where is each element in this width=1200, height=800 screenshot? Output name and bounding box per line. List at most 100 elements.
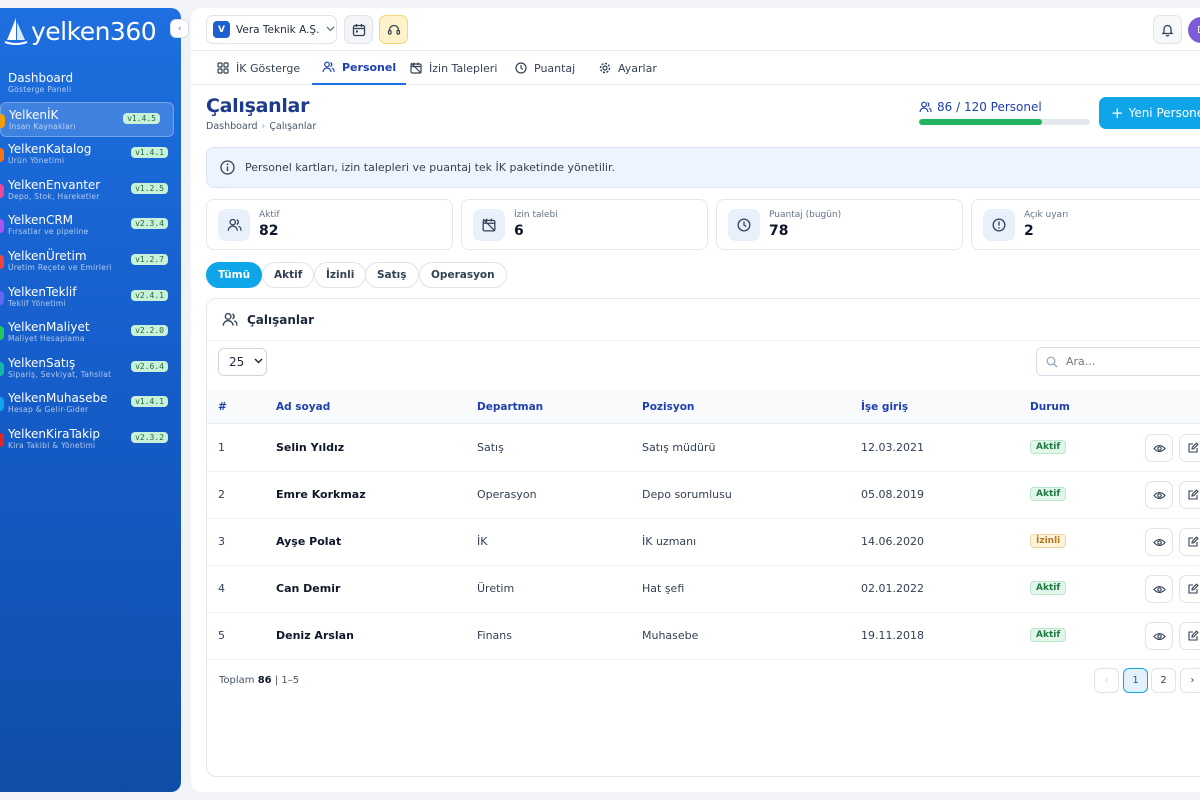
- view-button[interactable]: [1145, 434, 1173, 462]
- filter-chip-aktif[interactable]: Aktif: [262, 262, 315, 288]
- alert-circle-icon: [983, 209, 1015, 241]
- column-header-name[interactable]: Ad soyad: [276, 401, 330, 413]
- module-tabs: İK Gösterge Personel İzin Talepleri Puan…: [191, 51, 1200, 85]
- search-box: [1036, 347, 1200, 376]
- tab-label: Personel: [342, 60, 397, 74]
- sidebar-item-6[interactable]: YelkenTeklif Teklif Yönetimi v2.4.1: [0, 280, 181, 316]
- sidebar-item-0[interactable]: Dashboard Gösterge Paneli: [0, 66, 181, 102]
- view-button[interactable]: [1145, 575, 1173, 603]
- table-row[interactable]: 1 Selin Yıldız Satış Satış müdürü 12.03.2021…: [207, 425, 1200, 472]
- sidebar-item-1[interactable]: YelkenİK İnsan Kaynakları v1.4.5: [0, 101, 174, 138]
- table-row[interactable]: 5 Deniz Arslan Finans Muhasebe 19.11.2018 Akt…: [207, 613, 1200, 660]
- cell-no: 4: [218, 582, 225, 595]
- pagination-next[interactable]: ›: [1180, 668, 1200, 693]
- version-badge: v2.4.1: [131, 289, 168, 301]
- version-badge: v2.3.4: [131, 218, 168, 230]
- module-color-dot: [0, 361, 4, 376]
- sidebar-item-4[interactable]: YelkenCRM Fırsatlar ve pipeline v2.3.4: [0, 208, 181, 244]
- search-input[interactable]: [1066, 355, 1186, 368]
- filter-chip-satis[interactable]: Satış: [365, 262, 419, 288]
- version-badge: v1.2.5: [131, 182, 168, 194]
- cell-position: İK uzmanı: [642, 535, 697, 548]
- module-color-dot: [0, 219, 4, 234]
- status-badge: Aktif: [1030, 440, 1067, 454]
- breadcrumb-dashboard[interactable]: Dashboard: [206, 121, 258, 132]
- column-header-start-date[interactable]: İşe giriş: [861, 401, 908, 413]
- info-icon: [220, 160, 235, 175]
- table-row[interactable]: 4 Can Demir Üretim Hat şefi 02.01.2022 Aktif: [207, 566, 1200, 613]
- plus-icon: +: [1111, 104, 1124, 122]
- column-header-department[interactable]: Departman: [477, 401, 543, 413]
- pagination-page-2[interactable]: 2: [1151, 668, 1176, 693]
- column-header-position[interactable]: Pozisyon: [642, 401, 694, 413]
- page-size-select[interactable]: 25: [218, 348, 267, 376]
- edit-icon: [1188, 583, 1199, 594]
- eye-icon: [1152, 444, 1166, 452]
- tab-puantaj[interactable]: Puantaj: [515, 51, 575, 85]
- brand-name: yelken360: [31, 16, 157, 46]
- brand-logo[interactable]: yelken360: [4, 14, 157, 48]
- eye-icon: [1152, 491, 1166, 499]
- edit-button[interactable]: [1179, 622, 1200, 650]
- view-button[interactable]: [1145, 528, 1173, 556]
- filter-chip-izinli[interactable]: İzinli: [314, 262, 367, 288]
- pagination-prev[interactable]: ‹: [1094, 668, 1119, 693]
- dashboard-grid-icon: [217, 62, 229, 74]
- filter-chip-operasyon[interactable]: Operasyon: [419, 262, 507, 288]
- calendar-off-icon: [473, 209, 505, 241]
- version-badge: v1.4.1: [131, 396, 168, 408]
- sidebar-item-subtitle: Gösterge Paneli: [8, 85, 72, 94]
- stat-value: 6: [514, 223, 524, 239]
- edit-button[interactable]: [1179, 434, 1200, 462]
- sidebar-item-5[interactable]: YelkenÜretim Üretim Reçete ve Emirleri v1.…: [0, 244, 181, 280]
- edit-button[interactable]: [1179, 481, 1200, 509]
- tab-ik-gosterge[interactable]: İK Gösterge: [217, 51, 300, 85]
- topbar: V Vera Teknik A.Ş. D: [191, 8, 1200, 51]
- user-avatar[interactable]: D: [1188, 17, 1200, 43]
- view-button[interactable]: [1145, 481, 1173, 509]
- edit-icon: [1188, 442, 1199, 453]
- company-selector[interactable]: V Vera Teknik A.Ş.: [206, 15, 337, 44]
- cell-start-date: 02.01.2022: [861, 582, 924, 595]
- cell-start-date: 14.06.2020: [861, 535, 924, 548]
- sidebar: yelken360 Dashboard Gösterge Paneli Yelken…: [0, 8, 181, 792]
- table-header: # Ad soyad Departman Pozisyon İşe giriş …: [207, 390, 1200, 424]
- version-badge: v2.2.0: [131, 325, 168, 337]
- view-button[interactable]: [1145, 622, 1173, 650]
- edit-button[interactable]: [1179, 528, 1200, 556]
- tab-label: Puantaj: [534, 61, 576, 75]
- edit-icon: [1188, 489, 1199, 500]
- table-row[interactable]: 2 Emre Korkmaz Operasyon Depo sorumlusu 05.0…: [207, 472, 1200, 519]
- tab-personel[interactable]: Personel: [312, 51, 407, 85]
- notifications-button[interactable]: [1153, 15, 1182, 44]
- stat-card-aktif: Aktif 82: [206, 199, 453, 250]
- sidebar-nav: Dashboard Gösterge Paneli YelkenİK İnsan Ka…: [0, 66, 181, 458]
- pagination-page-1[interactable]: 1: [1123, 668, 1148, 693]
- column-header-status[interactable]: Durum: [1030, 401, 1070, 413]
- new-personnel-label: Yeni Personel: [1128, 106, 1200, 120]
- version-badge: v1.4.1: [131, 147, 168, 159]
- module-color-dot: [0, 183, 4, 198]
- table-row[interactable]: 3 Ayşe Polat İK İK uzmanı 14.06.2020 İzinli: [207, 519, 1200, 566]
- calendar-button[interactable]: [344, 15, 373, 44]
- sidebar-item-3[interactable]: YelkenEnvanter Depo, Stok, Hareketler v1.2…: [0, 173, 181, 209]
- sidebar-item-8[interactable]: YelkenSatış Sipariş, Sevkiyat, Tahsilat v2…: [0, 351, 181, 387]
- support-button[interactable]: [379, 15, 408, 44]
- collapse-sidebar-button[interactable]: ‹: [170, 19, 189, 38]
- sidebar-item-9[interactable]: YelkenMuhasebe Hesap & Gelir-Gider v1.4.1: [0, 386, 181, 422]
- sidebar-item-2[interactable]: YelkenKatalog Ürün Yönetimi v1.4.1: [0, 137, 181, 173]
- filter-chip-tumu[interactable]: Tümü: [206, 262, 263, 288]
- tab-izin-talepleri[interactable]: İzin Talepleri: [410, 51, 497, 85]
- sidebar-item-10[interactable]: YelkenKiraTakip Kira Takibi & Yönetimi v2.…: [0, 422, 181, 458]
- tab-ayarlar[interactable]: Ayarlar: [599, 51, 657, 85]
- table-total: Toplam 86 | 1–5: [219, 675, 299, 686]
- new-personnel-button[interactable]: + Yeni Personel: [1099, 97, 1200, 129]
- sidebar-item-7[interactable]: YelkenMaliyet Maliyet Hesaplama v2.2.0: [0, 315, 181, 351]
- tab-label: Ayarlar: [618, 61, 657, 75]
- edit-button[interactable]: [1179, 575, 1200, 603]
- cell-no: 1: [218, 441, 225, 454]
- cell-name: Can Demir: [276, 582, 341, 595]
- stat-card-izin-talebi: İzin talebi 6: [461, 199, 708, 250]
- chevron-down-icon: [326, 25, 335, 35]
- search-icon: [1046, 356, 1058, 367]
